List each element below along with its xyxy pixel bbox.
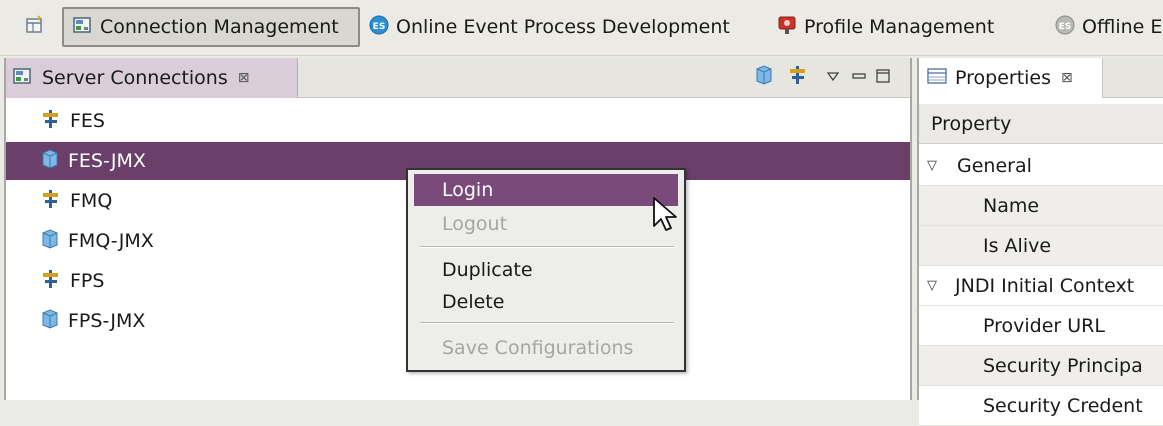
maximize-icon	[876, 66, 890, 88]
tab-label: Properties	[955, 67, 1052, 89]
new-server-connection-button[interactable]	[786, 64, 810, 90]
property-label: Security Credent	[983, 394, 1143, 417]
property-label: General	[957, 154, 1032, 177]
property-group-general[interactable]: ▽ General	[919, 146, 1163, 186]
perspective-label: Offline Ev	[1082, 16, 1163, 38]
close-icon[interactable]: ⊠	[1061, 70, 1073, 86]
perspective-profile-management[interactable]: Profile Management	[776, 7, 994, 47]
property-row-provider-url[interactable]: Provider URL	[919, 306, 1163, 346]
perspective-bar: Connection Management ES Online Event Pr…	[0, 0, 1163, 56]
server-plug-icon	[40, 108, 62, 135]
property-label: Name	[983, 194, 1040, 217]
property-label: Provider URL	[983, 314, 1105, 337]
jmx-cube-icon	[40, 148, 60, 175]
tree-item-fes[interactable]: FES	[6, 102, 910, 140]
tree-item-label: FES-JMX	[68, 150, 146, 172]
profile-icon	[776, 14, 798, 41]
server-plug-icon	[787, 64, 809, 91]
new-jmx-connection-button[interactable]	[752, 64, 776, 90]
menu-item-save-configurations[interactable]: Save Configurations	[414, 332, 678, 364]
menu-separator	[420, 322, 674, 324]
properties-view-header: Properties ⊠	[919, 58, 1163, 98]
property-row-is-alive[interactable]: Is Alive	[919, 226, 1163, 266]
perspective-label: Online Event Process Development	[396, 16, 730, 38]
es-online-icon: ES	[368, 14, 390, 41]
menu-item-logout[interactable]: Logout	[414, 208, 678, 240]
server-plug-icon	[40, 268, 62, 295]
menu-item-duplicate[interactable]: Duplicate	[414, 254, 678, 286]
property-label: JNDI Initial Context	[955, 274, 1135, 297]
perspective-label: Connection Management	[100, 16, 339, 38]
context-menu: Login Logout Duplicate Delete Save Confi…	[406, 168, 686, 372]
svg-text:ES: ES	[373, 22, 386, 32]
property-row-security-principal[interactable]: Security Principa	[919, 346, 1163, 386]
connection-icon	[12, 65, 34, 92]
tab-label: Server Connections	[42, 67, 228, 89]
jmx-cube-icon	[40, 308, 60, 335]
property-column-header[interactable]: Property	[919, 104, 1163, 144]
perspective-online-event-process[interactable]: ES Online Event Process Development	[368, 7, 730, 47]
minimize-icon	[852, 66, 866, 88]
perspective-offline-event[interactable]: ES Offline Ev	[1054, 7, 1163, 47]
expand-triangle-icon[interactable]: ▽	[927, 278, 945, 293]
properties-view: Properties ⊠ Property ▽ General Name Is …	[917, 58, 1163, 426]
connection-icon	[72, 14, 94, 41]
view-menu-button[interactable]	[824, 64, 842, 90]
property-row-security-credentials[interactable]: Security Credent	[919, 386, 1163, 426]
maximize-button[interactable]	[874, 64, 892, 90]
server-plug-icon	[40, 188, 62, 215]
property-row-name[interactable]: Name	[919, 186, 1163, 226]
open-perspective-icon	[25, 14, 45, 40]
tab-properties[interactable]: Properties ⊠	[919, 58, 1103, 98]
menu-separator	[420, 246, 674, 248]
chevron-down-icon	[826, 66, 840, 88]
jmx-cube-icon	[754, 64, 774, 91]
open-perspective-button[interactable]	[20, 7, 50, 47]
server-connections-view-header: Server Connections ⊠	[6, 58, 910, 98]
mouse-pointer-icon	[650, 196, 686, 236]
tree-item-label: FPS	[70, 270, 105, 292]
tree-item-label: FMQ	[70, 190, 113, 212]
tree-item-label: FMQ-JMX	[68, 230, 154, 252]
property-group-jndi[interactable]: ▽ JNDI Initial Context	[919, 266, 1163, 306]
menu-item-login[interactable]: Login	[414, 174, 678, 206]
jmx-cube-icon	[40, 228, 60, 255]
close-icon[interactable]: ⊠	[238, 70, 250, 86]
property-label: Security Principa	[983, 354, 1143, 377]
tree-item-label: FES	[70, 110, 105, 132]
property-label: Is Alive	[983, 234, 1052, 257]
expand-triangle-icon[interactable]: ▽	[927, 158, 945, 173]
properties-table-icon	[927, 67, 947, 90]
perspective-connection-management[interactable]: Connection Management	[62, 7, 360, 47]
tab-server-connections[interactable]: Server Connections ⊠	[6, 58, 298, 98]
svg-text:ES: ES	[1059, 22, 1072, 32]
tree-item-label: FPS-JMX	[68, 310, 146, 332]
menu-item-delete[interactable]: Delete	[414, 286, 678, 318]
es-offline-icon: ES	[1054, 14, 1076, 41]
perspective-label: Profile Management	[804, 16, 995, 38]
minimize-button[interactable]	[850, 64, 868, 90]
